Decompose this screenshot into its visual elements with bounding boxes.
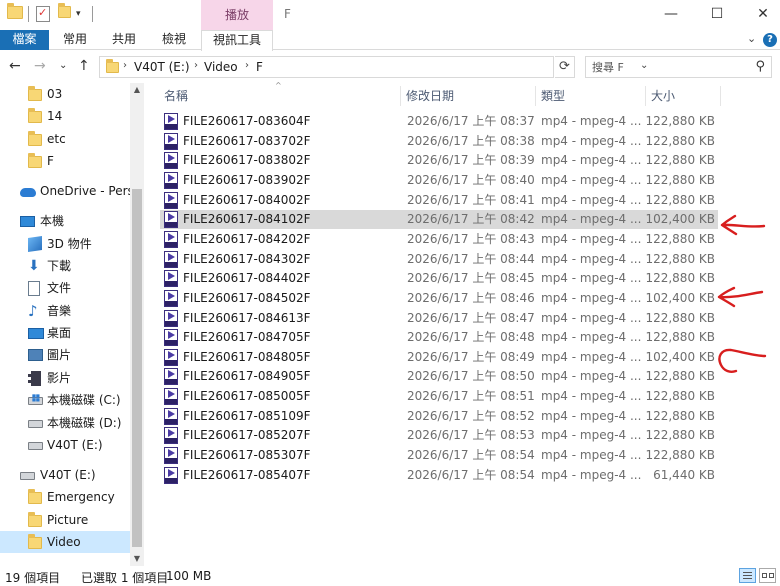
details-view-button[interactable] (739, 568, 756, 583)
status-selection: 已選取 1 個項目 (81, 571, 169, 585)
annotation-overlay (717, 214, 767, 373)
annotation-arrow (720, 214, 766, 236)
annotation-arrow (717, 286, 764, 308)
status-selection-size: 100 MB (166, 569, 212, 583)
status-item-count: 19 個項目 (5, 571, 61, 585)
large-icons-view-button[interactable] (759, 568, 776, 583)
annotation-arrow (718, 348, 767, 373)
status-bar: 19 個項目 已選取 1 個項目 100 MB (0, 566, 780, 586)
